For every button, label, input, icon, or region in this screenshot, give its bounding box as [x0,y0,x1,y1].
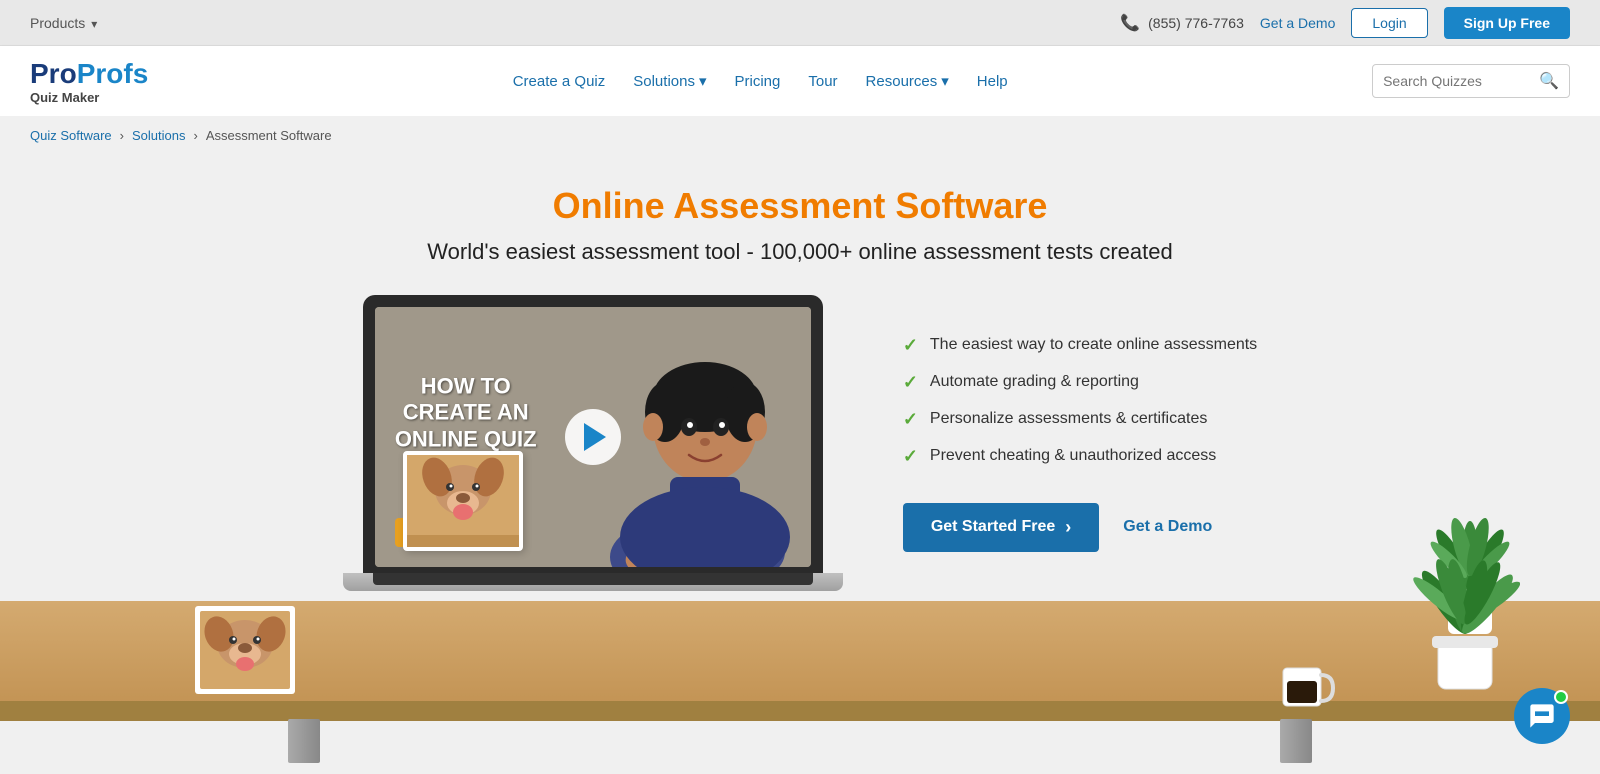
feature-text-4: Prevent cheating & unauthorized access [930,447,1216,465]
nav-resources[interactable]: Resources ▾ [866,72,949,90]
products-chevron [91,15,97,31]
solutions-chevron: ▾ [699,72,707,90]
hero: Online Assessment Software World's easie… [0,155,1600,591]
hero-subtitle: World's easiest assessment tool - 100,00… [0,239,1600,265]
products-label: Products [30,15,85,31]
feature-2: ✓ Automate grading & reporting [903,372,1257,393]
feature-3: ✓ Personalize assessments & certificates [903,409,1257,430]
search-input[interactable] [1383,73,1533,89]
get-demo-link[interactable]: Get a Demo [1260,15,1335,31]
video-text: HOW TO CREATE AN ONLINE QUIZ [395,374,537,453]
features-area: ✓ The easiest way to create online asses… [903,335,1257,552]
breadcrumb-current: Assessment Software [206,128,332,143]
search-box[interactable]: 🔍 [1372,64,1570,98]
products-menu[interactable]: Products [30,15,97,31]
logo[interactable]: ProProfs Quiz Maker [30,58,148,105]
feature-text-3: Personalize assessments & certificates [930,410,1207,428]
arrow-icon: › [1065,517,1071,538]
resources-chevron: ▾ [941,72,949,90]
logo-quiz: Quiz Maker [30,90,99,105]
login-button[interactable]: Login [1351,8,1427,38]
chat-button[interactable] [1514,688,1570,744]
check-icon-3: ✓ [903,409,918,430]
breadcrumb-quiz-software[interactable]: Quiz Software [30,128,112,143]
phone-icon: 📞 [1120,13,1140,33]
main-nav: ProProfs Quiz Maker Create a Quiz Soluti… [0,46,1600,116]
play-icon [584,423,606,451]
breadcrumb: Quiz Software › Solutions › Assessment S… [0,116,1600,155]
nav-pricing[interactable]: Pricing [735,73,781,90]
top-bar-right: 📞 (855) 776-7763 Get a Demo Login Sign U… [1120,7,1570,39]
nav-tour[interactable]: Tour [808,73,837,90]
check-icon-2: ✓ [903,372,918,393]
top-bar: Products 📞 (855) 776-7763 Get a Demo Log… [0,0,1600,46]
play-button[interactable] [565,409,621,465]
nav-help[interactable]: Help [977,73,1008,90]
signup-button[interactable]: Sign Up Free [1444,7,1570,39]
logo-profs: Profs [77,58,149,89]
desk-scene [0,601,1600,761]
get-started-button[interactable]: Get Started Free › [903,503,1099,552]
feature-text-1: The easiest way to create online assessm… [930,336,1257,354]
hero-title: Online Assessment Software [0,185,1600,227]
chat-online-indicator [1554,690,1568,704]
search-icon: 🔍 [1539,71,1559,91]
breadcrumb-solutions[interactable]: Solutions [132,128,185,143]
laptop-keyboard [373,573,813,585]
dog-frame [403,451,523,551]
hero-section: Online Assessment Software World's easie… [0,155,1600,591]
nav-solutions[interactable]: Solutions ▾ [633,72,706,90]
laptop-base [343,573,843,591]
dog-image [407,455,519,547]
check-icon-1: ✓ [903,335,918,356]
laptop-area: HOW TO CREATE AN ONLINE QUIZ With Deep [343,295,843,591]
dog-photo-on-desk [195,606,295,699]
plant-on-desk [1410,541,1520,696]
nav-create-quiz[interactable]: Create a Quiz [513,73,606,90]
nav-links: Create a Quiz Solutions ▾ Pricing Tour R… [188,72,1332,90]
logo-pro: Pro [30,58,77,89]
coffee-mug [1275,653,1335,718]
feature-1: ✓ The easiest way to create online asses… [903,335,1257,356]
cta-area: Get Started Free › Get a Demo [903,503,1257,552]
hero-content: HOW TO CREATE AN ONLINE QUIZ With Deep [0,295,1600,591]
phone-area: 📞 (855) 776-7763 [1120,13,1244,33]
get-demo-cta[interactable]: Get a Demo [1123,518,1212,536]
feature-4: ✓ Prevent cheating & unauthorized access [903,446,1257,467]
phone-number: (855) 776-7763 [1148,15,1244,31]
feature-text-2: Automate grading & reporting [930,373,1139,391]
check-icon-4: ✓ [903,446,918,467]
